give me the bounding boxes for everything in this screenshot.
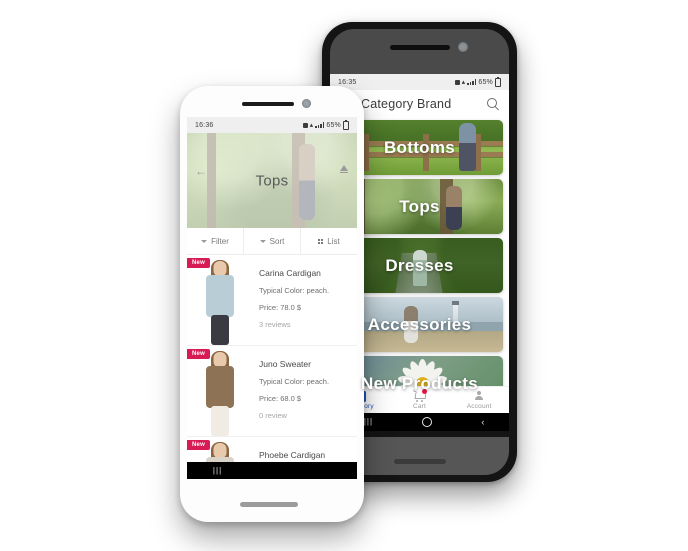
filter-button[interactable]: Filter [187,228,243,254]
product-list-item[interactable]: New Carina Cardigan Typical Color: peach… [187,255,357,346]
category-label: Tops [399,196,440,216]
alarm-icon [302,122,308,128]
status-badge: New [187,349,210,359]
page-title: Tops [255,172,289,189]
category-label: Accessories [367,314,472,334]
product-price: Price: 78.0 $ [259,303,302,312]
filter-toolbar: Filter Sort List [187,228,357,255]
grid-icon [318,238,324,244]
battery-percent: 65% [478,78,493,86]
product-name: Juno Sweater [259,359,311,369]
earpiece-speaker [242,102,294,106]
product-color: Typical Color: peach. [259,286,330,295]
recents-icon[interactable]: ||| [213,466,222,475]
product-thumbnail: New [187,255,253,345]
product-info: Carina Cardigan Typical Color: peach. Pr… [253,255,357,345]
status-time: 16:36 [195,121,214,129]
product-reviews: 0 review [259,411,287,420]
bottom-speaker-slot [240,502,298,507]
front-phone-screen: 16:36 ▴ 65% ← Tops Filter Sort List New … [187,117,357,479]
status-time: 16:35 [338,78,357,86]
product-info: Juno Sweater Typical Color: peach. Price… [253,346,357,436]
category-label: Bottoms [383,137,456,157]
back-icon[interactable]: ‹ [326,462,331,480]
alarm-icon [454,79,460,85]
signal-icon [467,79,477,85]
list-label: List [327,236,340,246]
product-name: Phoebe Cardigan [259,450,326,460]
product-name: Carina Cardigan [259,268,321,278]
earpiece-speaker [389,45,450,50]
nav-label: Account [466,402,492,410]
product-price: Price: 68.0 $ [259,394,302,403]
wifi-icon: ▴ [309,121,314,129]
signal-icon [315,122,325,128]
android-navigation-bar: ||| ‹ [187,462,357,479]
screenshot-stage: 16:35 ▴ 65% Category Brand Bottoms Tops … [0,0,688,551]
category-label: New Products [361,373,478,393]
chevron-down-icon [201,239,208,243]
chevron-down-icon [259,239,266,243]
sort-button[interactable]: Sort [243,228,300,254]
search-icon[interactable] [487,97,500,111]
product-thumbnail: New [187,346,253,436]
status-badge: New [187,258,210,268]
category-label: Dresses [385,255,454,275]
status-badge: New [187,440,210,450]
app-title: Category Brand [361,97,452,111]
filter-label: Filter [211,236,229,246]
product-list-item[interactable]: New Juno Sweater Typical Color: peach. P… [187,346,357,437]
front-camera [458,42,468,52]
back-phone-top-bezel [330,29,509,74]
back-icon[interactable]: ‹ [481,417,484,427]
status-bar: 16:35 ▴ 65% [330,74,509,90]
status-icons: ▴ 65% [302,119,349,130]
battery-icon [343,119,349,130]
status-icons: ▴ 65% [454,76,501,87]
front-phone-device: 16:36 ▴ 65% ← Tops Filter Sort List New … [180,86,364,522]
product-color: Typical Color: peach. [259,377,330,386]
list-view-button[interactable]: List [300,228,357,254]
status-bar: 16:36 ▴ 65% [187,117,357,133]
home-icon[interactable] [422,417,433,427]
battery-icon [495,76,501,87]
share-icon[interactable] [340,165,348,174]
nav-label: Cart [412,402,427,410]
category-hero-banner: ← Tops [187,133,357,228]
front-camera [302,99,311,108]
bottom-speaker-slot [393,459,446,464]
product-reviews: 3 reviews [259,320,291,329]
wifi-icon: ▴ [461,78,466,86]
sort-label: Sort [269,236,285,246]
battery-percent: 65% [326,121,341,129]
product-list: New Carina Cardigan Typical Color: peach… [187,255,357,479]
